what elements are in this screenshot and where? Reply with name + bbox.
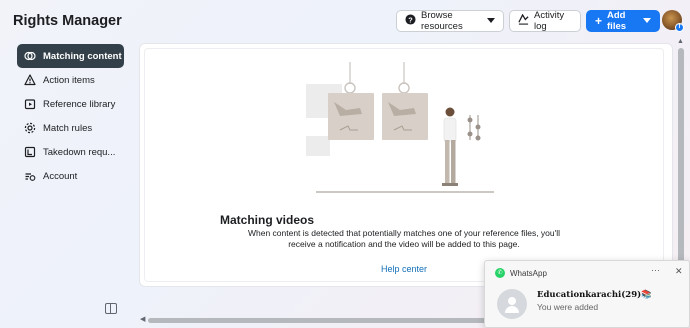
sidebar-item-label: Account <box>43 170 78 182</box>
sidebar-item-action-items[interactable]: Action items <box>17 68 124 92</box>
account-icon <box>24 170 36 182</box>
browse-resources-label: Browse resources <box>421 10 463 32</box>
scroll-up-arrow-icon[interactable]: ▲ <box>677 38 684 45</box>
sidebar-item-label: Match rules <box>43 122 93 134</box>
sidebar-item-takedown-requests[interactable]: Takedown requ... <box>17 140 124 164</box>
activity-log-button[interactable]: Activity log <box>509 10 581 32</box>
plus-icon: + <box>595 14 603 28</box>
whatsapp-notification[interactable]: ✆ WhatsApp ··· ✕ Educationkarachi(29)📚 Y… <box>484 260 690 328</box>
sidebar-item-label: Takedown requ... <box>43 146 116 158</box>
whatsapp-icon: ✆ <box>495 268 505 278</box>
notification-app-name: WhatsApp <box>510 268 547 278</box>
activity-icon <box>518 13 529 28</box>
matching-videos-illustration <box>306 62 494 193</box>
sidebar-item-account[interactable]: Account <box>17 164 124 188</box>
activity-log-label: Activity log <box>534 10 565 32</box>
sidebar-item-label: Matching content <box>43 50 122 62</box>
matching-icon <box>24 50 36 62</box>
collapse-sidebar-icon[interactable] <box>105 303 117 314</box>
caret-down-icon <box>643 16 651 27</box>
gear-icon <box>24 122 36 134</box>
add-files-button[interactable]: + Add files <box>586 10 660 32</box>
empty-state-title: Matching videos <box>219 213 314 227</box>
takedown-icon <box>24 146 36 158</box>
close-icon[interactable]: ✕ <box>675 266 683 277</box>
notification-header: ✆ WhatsApp <box>495 268 547 278</box>
avatar[interactable]: f <box>662 10 684 32</box>
page-title: Rights Manager <box>13 13 122 29</box>
browse-resources-button[interactable]: ? Browse resources <box>396 10 504 32</box>
svg-text:?: ? <box>408 15 413 24</box>
caret-down-icon <box>487 16 495 27</box>
sidebar-item-label: Reference library <box>43 98 116 110</box>
vertical-scrollbar[interactable] <box>678 48 684 270</box>
sidebar-item-match-rules[interactable]: Match rules <box>17 116 124 140</box>
notification-message: You were added <box>537 302 599 312</box>
horizontal-scrollbar[interactable] <box>148 318 488 323</box>
sidebar-nav: Matching content Action items Reference … <box>17 44 124 188</box>
notification-sender: Educationkarachi(29)📚 <box>537 290 652 300</box>
sidebar-item-label: Action items <box>43 74 95 86</box>
help-icon: ? <box>405 14 416 28</box>
sidebar-item-reference-library[interactable]: Reference library <box>17 92 124 116</box>
warning-icon <box>24 74 36 86</box>
scroll-left-arrow-icon[interactable]: ◀ <box>140 315 145 323</box>
sidebar-item-matching-content[interactable]: Matching content <box>17 44 124 68</box>
facebook-badge-icon: f <box>675 23 684 32</box>
library-icon <box>24 98 36 110</box>
more-options-icon[interactable]: ··· <box>651 265 660 275</box>
add-files-label: Add files <box>607 10 627 32</box>
group-avatar-icon <box>497 289 527 319</box>
empty-state-description: When content is detected that potentiall… <box>247 228 561 249</box>
